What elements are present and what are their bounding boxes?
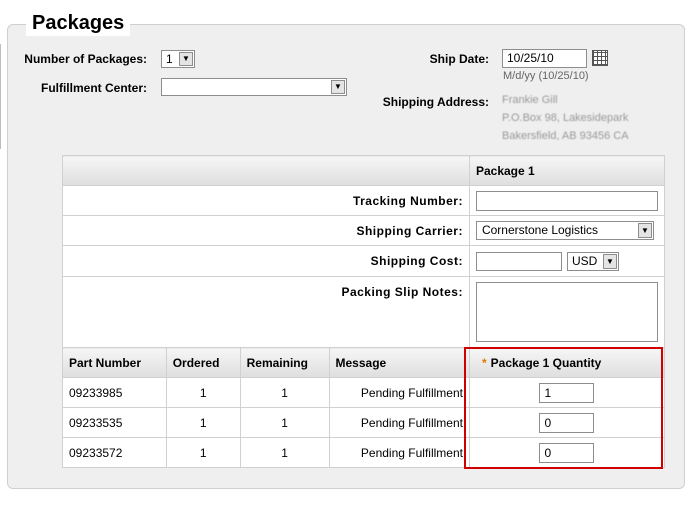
quantity-cell: 0: [468, 437, 666, 468]
num-packages-select[interactable]: 1 ▼: [161, 50, 195, 68]
cost-label: Shipping Cost:: [62, 245, 470, 277]
col-ordered: Ordered: [165, 347, 241, 378]
num-packages-label: Number of Packages:: [24, 52, 147, 66]
dropdown-arrow-icon[interactable]: ▼: [602, 253, 617, 269]
fulfillment-center-label: Fulfillment Center:: [40, 81, 147, 95]
package-quantity-input[interactable]: 0: [539, 412, 595, 433]
ship-date-hint: M/d/yy (10/25/10): [503, 70, 589, 82]
window-edge: [0, 44, 1, 149]
package-header-row: Package 1: [62, 155, 666, 186]
part-number-cell: 09233535: [62, 407, 167, 438]
message-cell: Pending Fulfillment: [328, 377, 470, 408]
num-packages-value: 1: [166, 52, 173, 66]
calendar-icon[interactable]: [592, 50, 608, 66]
package-table: Package 1 Tracking Number: Shipping Carr…: [62, 155, 666, 468]
carrier-label: Shipping Carrier:: [62, 215, 470, 246]
notes-cell: [468, 276, 666, 348]
tracking-row: Tracking Number:: [62, 185, 666, 216]
message-cell: Pending Fulfillment: [328, 407, 470, 438]
carrier-row: Shipping Carrier: Cornerstone Logistics …: [62, 215, 666, 246]
ordered-cell: 1: [165, 437, 241, 468]
dropdown-arrow-icon[interactable]: ▼: [637, 223, 652, 238]
currency-value: USD: [571, 253, 598, 268]
tracking-cell: [468, 185, 666, 216]
table-row: 09233572 1 1 Pending Fulfillment 0: [62, 437, 666, 468]
page-title: Packages: [26, 10, 131, 36]
remaining-cell: 1: [239, 407, 330, 438]
package-quantity-input[interactable]: 0: [539, 442, 595, 463]
shipping-cost-input[interactable]: [475, 251, 562, 271]
quantity-cell: 1: [468, 377, 666, 408]
tracking-label: Tracking Number:: [62, 185, 470, 216]
ordered-cell: 1: [165, 377, 241, 408]
tracking-number-input[interactable]: [475, 190, 658, 211]
package-header: Package 1: [468, 155, 666, 186]
required-marker: *: [481, 355, 487, 370]
cost-cell: USD ▼: [468, 245, 666, 277]
col-message: Message: [328, 347, 470, 378]
col-package-quantity-label: Package 1 Quantity: [490, 355, 602, 370]
col-part-number: Part Number: [62, 347, 167, 378]
table-row: 09233535 1 1 Pending Fulfillment 0: [62, 407, 666, 438]
table-row: 09233985 1 1 Pending Fulfillment 1: [62, 377, 666, 408]
dropdown-arrow-icon[interactable]: ▼: [179, 52, 193, 66]
shipping-address-label: Shipping Address:: [382, 95, 489, 109]
package-header-spacer: [62, 155, 470, 186]
package-quantity-input[interactable]: 1: [539, 382, 595, 403]
remaining-cell: 1: [239, 377, 330, 408]
shipping-carrier-value: Cornerstone Logistics: [481, 223, 599, 237]
col-remaining: Remaining: [239, 347, 330, 378]
shipping-address-line-3: Bakersfield, AB 93456 CA: [502, 130, 629, 142]
ship-date-label: Ship Date:: [429, 52, 489, 66]
shipping-carrier-select[interactable]: Cornerstone Logistics ▼: [475, 221, 654, 240]
dropdown-arrow-icon[interactable]: ▼: [331, 80, 345, 94]
currency-select[interactable]: USD ▼: [566, 251, 619, 271]
quantity-cell: 0: [468, 407, 666, 438]
notes-label: Packing Slip Notes:: [62, 276, 470, 348]
shipping-address-line-2: P.O.Box 98, Lakesidepark: [502, 112, 629, 124]
remaining-cell: 1: [239, 437, 330, 468]
part-number-cell: 09233985: [62, 377, 167, 408]
cost-row: Shipping Cost: USD ▼: [62, 245, 666, 277]
fulfillment-center-select[interactable]: ▼: [161, 78, 347, 96]
col-package-quantity: * Package 1 Quantity: [468, 347, 666, 378]
ordered-cell: 1: [165, 407, 241, 438]
message-cell: Pending Fulfillment: [328, 437, 470, 468]
part-number-cell: 09233572: [62, 437, 167, 468]
items-header-row: Part Number Ordered Remaining Message * P…: [62, 347, 666, 378]
shipping-address-line-1: Frankie Gill: [502, 94, 558, 106]
notes-row: Packing Slip Notes:: [62, 276, 666, 348]
packing-slip-notes-textarea[interactable]: [475, 282, 658, 342]
ship-date-input[interactable]: 10/25/10: [502, 49, 587, 68]
carrier-cell: Cornerstone Logistics ▼: [468, 215, 666, 246]
